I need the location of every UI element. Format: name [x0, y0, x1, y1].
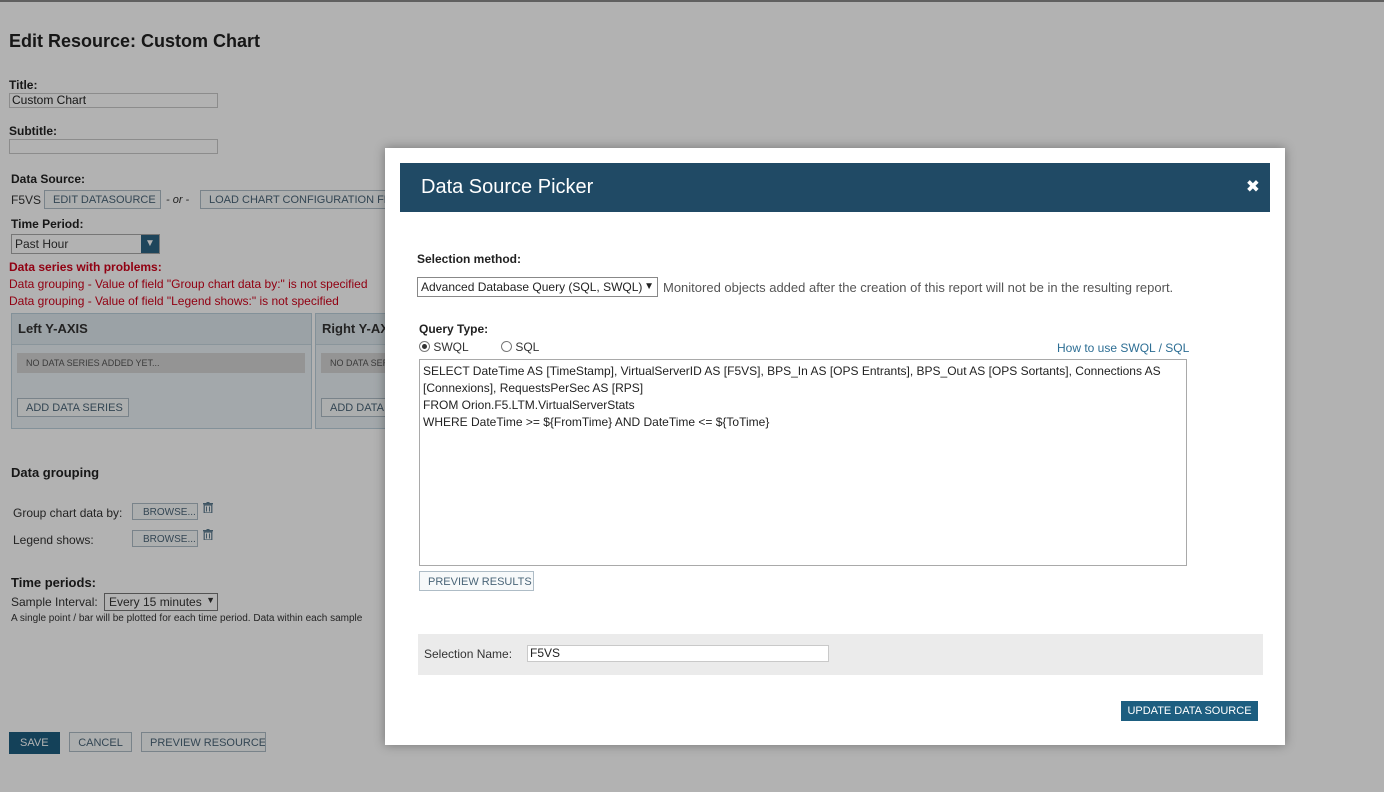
data-source-picker-dialog: Data Source Picker ✖ Selection method: A… — [385, 148, 1285, 745]
how-to-use-swql-link[interactable]: How to use SWQL / SQL — [1057, 341, 1189, 355]
selection-method-label: Selection method: — [417, 252, 522, 266]
query-line: SELECT DateTime AS [TimeStamp], VirtualS… — [423, 364, 1165, 395]
close-icon[interactable]: ✖ — [1246, 178, 1260, 195]
preview-results-button[interactable]: PREVIEW RESULTS — [419, 571, 534, 591]
query-line: FROM Orion.F5.LTM.VirtualServerStats — [423, 398, 635, 412]
selection-name-input[interactable]: F5VS — [527, 645, 829, 662]
swql-radio-label: SWQL — [433, 340, 469, 354]
chevron-down-icon: ▼ — [644, 281, 654, 292]
radio-unselected-icon[interactable] — [501, 341, 512, 352]
selection-method-value: Advanced Database Query (SQL, SWQL) — [421, 280, 643, 294]
sql-radio-label: SQL — [515, 340, 540, 354]
query-type-label: Query Type: — [419, 322, 489, 336]
sql-radio[interactable]: SQL — [501, 340, 539, 354]
dialog-header: Data Source Picker ✖ — [400, 163, 1270, 212]
swql-radio[interactable]: SWQL — [419, 340, 469, 354]
update-data-source-button[interactable]: UPDATE DATA SOURCE — [1121, 701, 1258, 721]
selection-name-label: Selection Name: — [424, 647, 513, 661]
radio-selected-icon[interactable] — [419, 341, 430, 352]
selection-name-bar: Selection Name: F5VS — [418, 634, 1263, 675]
selection-method-note: Monitored objects added after the creati… — [663, 280, 1174, 295]
selection-method-select[interactable]: Advanced Database Query (SQL, SWQL) ▼ — [417, 277, 658, 297]
query-line: WHERE DateTime >= ${FromTime} AND DateTi… — [423, 415, 770, 429]
dialog-title: Data Source Picker — [421, 176, 594, 198]
query-textarea[interactable]: SELECT DateTime AS [TimeStamp], VirtualS… — [419, 359, 1187, 566]
